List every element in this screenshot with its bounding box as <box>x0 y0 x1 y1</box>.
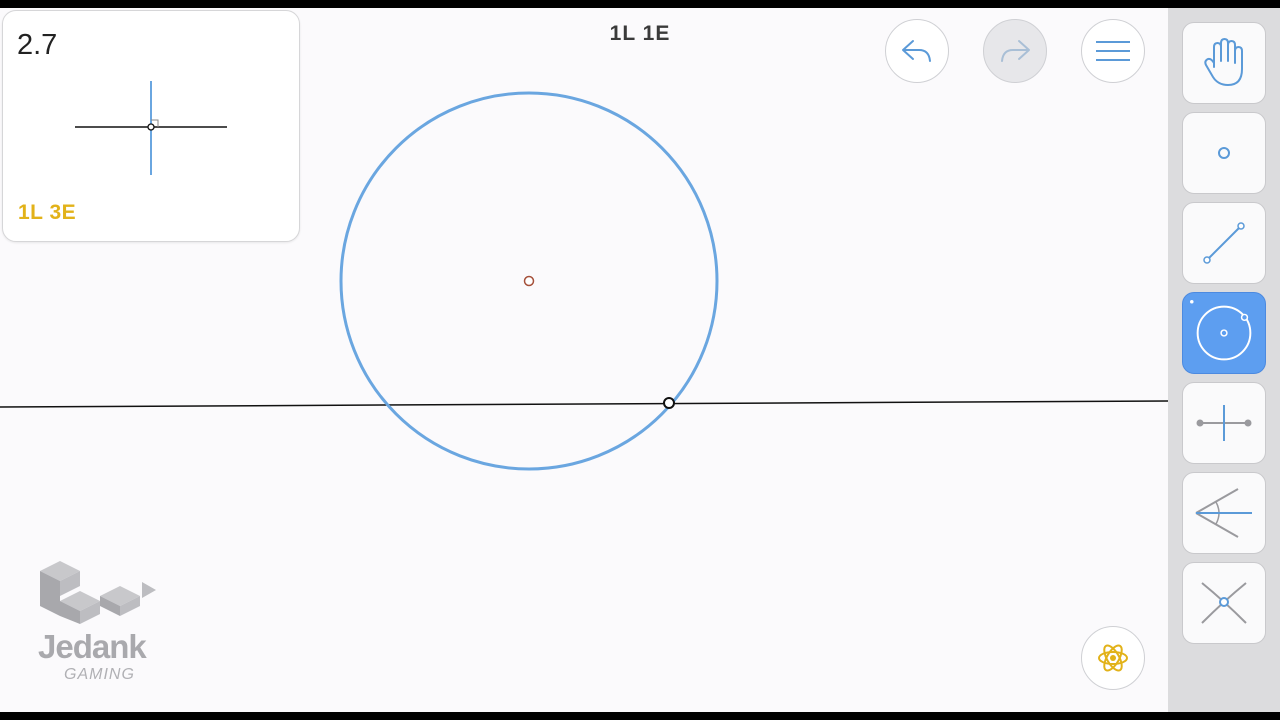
hint-button[interactable] <box>1081 626 1145 690</box>
undo-icon <box>902 40 931 62</box>
brand-logo <box>40 561 156 624</box>
goal-card: 2.7 1L 3E <box>2 10 300 242</box>
watermark-sub: GAMING <box>64 666 135 683</box>
intersect-tool[interactable] <box>1182 562 1266 644</box>
goal-score: 1L 3E <box>18 201 77 224</box>
move-tool[interactable] <box>1182 22 1266 104</box>
goal-preview <box>75 81 227 175</box>
given-line[interactable] <box>0 400 1168 408</box>
circle-center-point[interactable] <box>523 275 535 287</box>
menu-icon <box>1096 41 1130 61</box>
intersect-icon <box>1201 582 1247 624</box>
angle-bisector-tool[interactable] <box>1182 472 1266 554</box>
circle-tool[interactable] <box>1182 292 1266 374</box>
menu-button[interactable] <box>1081 19 1145 83</box>
redo-icon <box>1001 40 1030 62</box>
hint-icon <box>1098 644 1128 672</box>
hand-icon <box>1204 38 1243 86</box>
line-tool[interactable] <box>1182 202 1266 284</box>
perpendicular-bisector-tool[interactable] <box>1182 382 1266 464</box>
undo-button[interactable] <box>885 19 949 83</box>
circle-icon <box>1190 300 1252 361</box>
tool-sidebar <box>1168 8 1280 712</box>
perpendicular-bisector-icon <box>1196 405 1252 441</box>
move-counter: 1L 1E <box>609 22 671 45</box>
point-tool[interactable] <box>1182 112 1266 194</box>
redo-button[interactable] <box>983 19 1047 83</box>
line-icon <box>1203 222 1245 264</box>
game-stage: 2.7 1L 3E 1L 1E Jedank GAMING <box>0 8 1280 712</box>
angle-bisector-icon <box>1195 488 1252 538</box>
intersection-point[interactable] <box>663 397 675 409</box>
point-icon <box>1218 147 1230 159</box>
watermark: Jedank GAMING <box>30 556 160 683</box>
watermark-brand: Jedank <box>38 628 147 665</box>
